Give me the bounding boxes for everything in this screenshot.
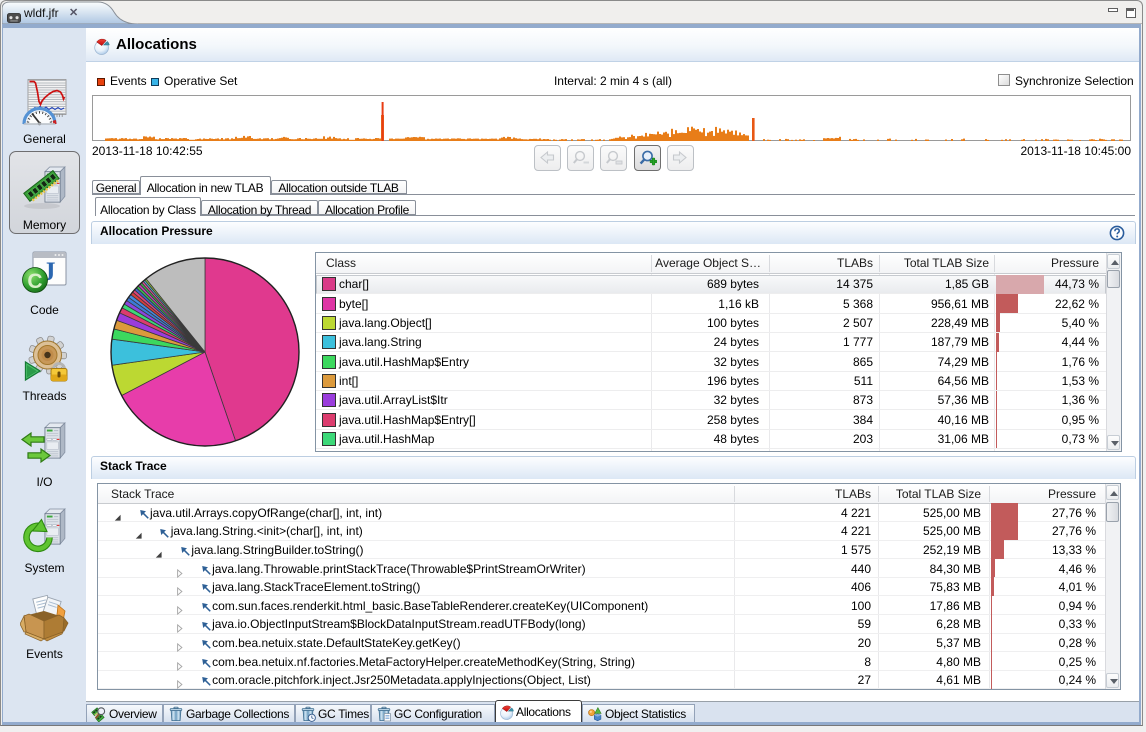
svg-text:C: C xyxy=(27,270,42,293)
